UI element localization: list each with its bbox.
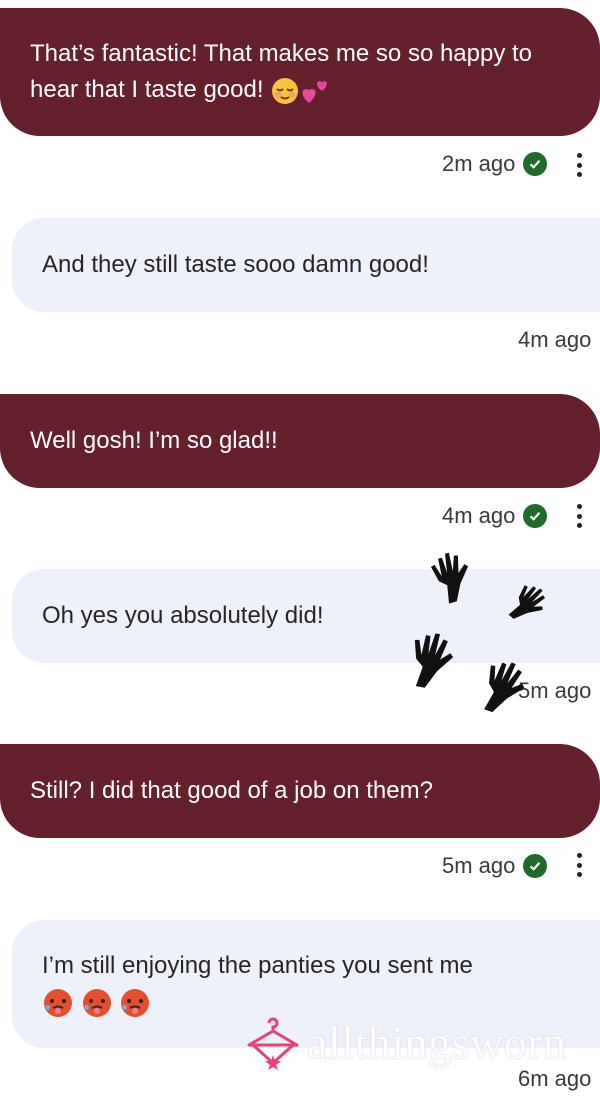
message-text: Oh yes you absolutely did!: [42, 602, 324, 629]
message-text: I’m still enjoying the panties you sent …: [42, 952, 473, 979]
check-circle-icon: [523, 504, 548, 528]
message-bubble-received[interactable]: And they still taste sooo damn good!: [12, 218, 600, 312]
relieved-face-icon: [272, 77, 299, 104]
message-text: Well gosh! I’m so glad!!: [30, 427, 278, 454]
two-hearts-icon: [302, 80, 328, 103]
hanger-logo-icon: [247, 1017, 299, 1070]
message-time: 2m ago: [442, 151, 516, 176]
check-circle-icon: [523, 854, 548, 878]
hot-face-icon: [121, 988, 150, 1017]
hand-print-icon: [414, 633, 454, 688]
more-vertical-icon[interactable]: [575, 853, 583, 877]
watermark-text: allthingsworn: [307, 1016, 567, 1068]
hot-face-icon: [82, 988, 111, 1017]
more-vertical-icon[interactable]: [575, 153, 583, 177]
message-meta: 5m ago: [442, 853, 548, 879]
hot-face-icon: [44, 988, 72, 1017]
message-text: Still? I did that good of a job on them?: [30, 777, 433, 804]
message-meta: 2m ago: [442, 151, 548, 177]
message-time: 4m ago: [518, 327, 592, 352]
more-vertical-icon[interactable]: [575, 504, 583, 528]
message-time: 4m ago: [442, 503, 516, 528]
message-time: 5m ago: [442, 853, 516, 878]
message-bubble-sent[interactable]: Still? I did that good of a job on them?: [0, 744, 600, 838]
message-text-wrap: That’s fantastic! That makes me so so ha…: [30, 36, 570, 108]
message-meta: 4m ago: [518, 327, 591, 353]
message-text: And they still taste sooo damn good!: [42, 251, 429, 278]
check-circle-icon: [523, 152, 548, 176]
message-bubble-sent[interactable]: Well gosh! I’m so glad!!: [0, 394, 600, 488]
watermark: allthingsworn: [245, 1010, 600, 1074]
message-meta: 4m ago: [442, 503, 548, 529]
message-bubble-sent[interactable]: That’s fantastic! That makes me so so ha…: [0, 8, 600, 136]
